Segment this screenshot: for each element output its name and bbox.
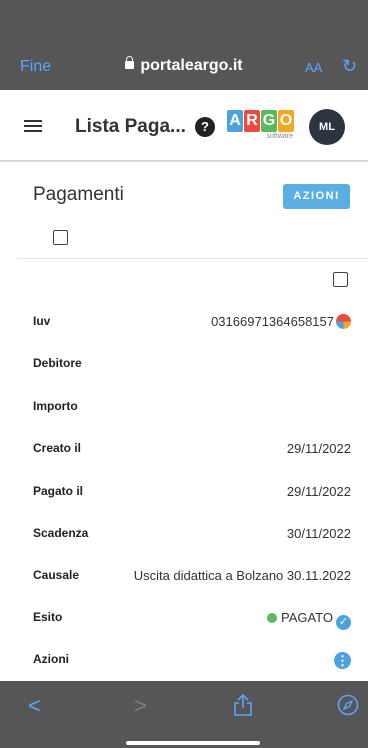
- detail-row-importo: Importo: [33, 399, 351, 419]
- status-text: PAGATO: [280, 610, 333, 625]
- detail-value: 29/11/2022: [286, 441, 351, 456]
- detail-row-azioni: Azioni ⋮: [33, 652, 351, 672]
- detail-value: 03166971364658157: [211, 314, 351, 329]
- detail-row-iuv: Iuv 03166971364658157: [33, 314, 351, 334]
- more-actions-icon[interactable]: ⋮: [334, 652, 351, 669]
- pagopa-icon: [336, 314, 351, 329]
- compass-icon[interactable]: [337, 694, 359, 716]
- detail-value: 29/11/2022: [286, 484, 351, 499]
- share-icon[interactable]: [233, 693, 253, 717]
- detail-value: Uscita didattica a Bolzano 30.11.2022: [133, 568, 351, 583]
- forward-icon[interactable]: >: [134, 693, 147, 719]
- check-icon: ✓: [336, 615, 351, 630]
- status-dot-icon: [266, 613, 277, 623]
- logo-subtitle: software: [266, 133, 293, 140]
- divider: [17, 258, 368, 259]
- detail-label: Debitore: [33, 356, 82, 370]
- detail-label: Causale: [33, 568, 80, 582]
- url-text: portaleargo.it: [140, 57, 243, 74]
- actions-button[interactable]: AZIONI: [283, 184, 350, 209]
- app-header: Lista Paga... ? A R G O software ML: [0, 90, 368, 162]
- logo-letter: R: [244, 110, 260, 132]
- lock-icon: [125, 56, 135, 69]
- select-all-checkbox[interactable]: [53, 230, 68, 245]
- home-indicator: [126, 741, 260, 745]
- detail-row-creato: Creato il 29/11/2022: [33, 441, 351, 461]
- detail-row-causale: Causale Uscita didattica a Bolzano 30.11…: [33, 568, 351, 588]
- text-size-button[interactable]: AA: [305, 60, 322, 75]
- detail-row-debitore: Debitore: [33, 356, 351, 376]
- iuv-value: 03166971364658157: [211, 314, 334, 329]
- browser-bottom-bar: < >: [0, 681, 368, 748]
- detail-label: Esito: [33, 610, 63, 624]
- help-icon[interactable]: ?: [195, 117, 215, 137]
- status-value: PAGATO ✓: [266, 610, 351, 630]
- row-checkbox[interactable]: [333, 272, 348, 287]
- detail-label: Importo: [33, 399, 78, 413]
- detail-label: Iuv: [33, 314, 51, 328]
- logo-letter: G: [261, 110, 277, 132]
- avatar[interactable]: ML: [309, 109, 345, 145]
- detail-row-pagato: Pagato il 29/11/2022: [33, 484, 351, 504]
- argo-logo: A R G O software: [227, 110, 295, 144]
- detail-value: 30/11/2022: [286, 526, 351, 541]
- logo-letter: A: [227, 110, 243, 132]
- menu-icon[interactable]: [24, 120, 42, 132]
- back-icon[interactable]: <: [28, 693, 41, 719]
- section-title: Pagamenti: [33, 184, 124, 205]
- detail-row-scadenza: Scadenza 30/11/2022: [33, 526, 351, 546]
- page-title: Lista Paga...: [75, 116, 186, 137]
- detail-row-esito: Esito PAGATO ✓: [33, 610, 351, 630]
- detail-label: Scadenza: [33, 526, 89, 540]
- detail-label: Azioni: [33, 652, 69, 666]
- detail-label: Creato il: [33, 441, 82, 455]
- detail-label: Pagato il: [33, 484, 84, 498]
- reload-icon[interactable]: ↻: [342, 56, 357, 77]
- logo-letter: O: [278, 110, 294, 132]
- browser-top-bar: Fine portaleargo.it AA ↻: [0, 0, 368, 90]
- detail-value: ⋮: [334, 652, 351, 669]
